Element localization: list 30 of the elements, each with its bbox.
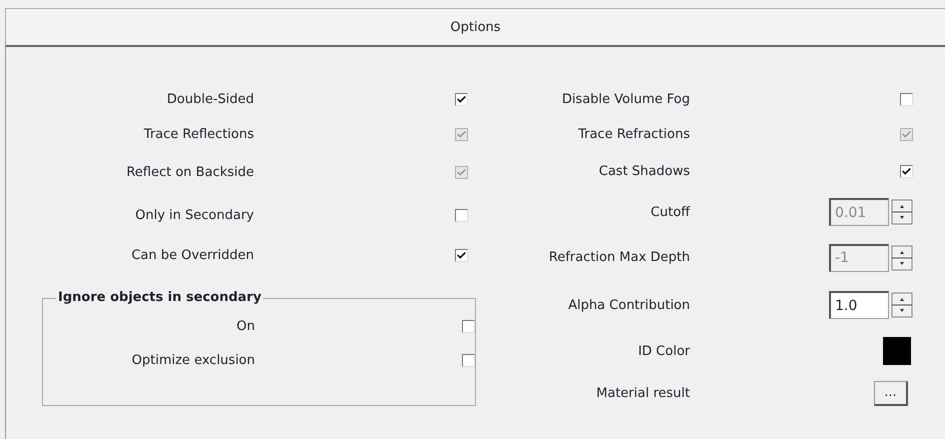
number-field[interactable]: 1.0 bbox=[829, 291, 889, 319]
option-label: Alpha Contribution bbox=[567, 298, 690, 312]
browse-button[interactable]: ... bbox=[874, 380, 908, 406]
option-label: On bbox=[236, 318, 255, 334]
option-label: Refraction Max Depth bbox=[548, 250, 690, 265]
checkbox[interactable] bbox=[455, 248, 468, 262]
checkbox[interactable] bbox=[455, 208, 468, 222]
option-label: Double-Sided bbox=[166, 92, 254, 107]
spinner-arrows-icon[interactable] bbox=[891, 244, 913, 270]
checkbox[interactable] bbox=[462, 354, 475, 366]
option-label: Optimize exclusion bbox=[130, 352, 255, 368]
option-label: Cast Shadows bbox=[598, 164, 690, 178]
option-label: Disable Volume Fog bbox=[560, 92, 690, 107]
option-label: Material result bbox=[595, 386, 690, 400]
option-label: Trace Refractions bbox=[577, 126, 690, 142]
option-label: Cutoff bbox=[650, 204, 690, 220]
spinner-arrows-icon[interactable] bbox=[891, 199, 913, 225]
options-header[interactable]: Options bbox=[5, 8, 945, 47]
option-label: Can be Overridden bbox=[130, 248, 254, 262]
option-label: ID Color bbox=[637, 344, 690, 358]
checkbox[interactable] bbox=[462, 320, 475, 332]
color-swatch[interactable] bbox=[883, 337, 911, 365]
checkbox[interactable] bbox=[455, 93, 468, 106]
option-label: Only in Secondary bbox=[134, 208, 254, 222]
option-label: Reflect on Backside bbox=[125, 164, 254, 180]
option-label: Trace Reflections bbox=[142, 126, 254, 142]
spinner-arrows-icon[interactable] bbox=[891, 292, 913, 318]
checkbox[interactable] bbox=[900, 164, 913, 178]
group-title: Ignore objects in secondary bbox=[56, 290, 264, 305]
checkbox[interactable] bbox=[900, 93, 913, 106]
